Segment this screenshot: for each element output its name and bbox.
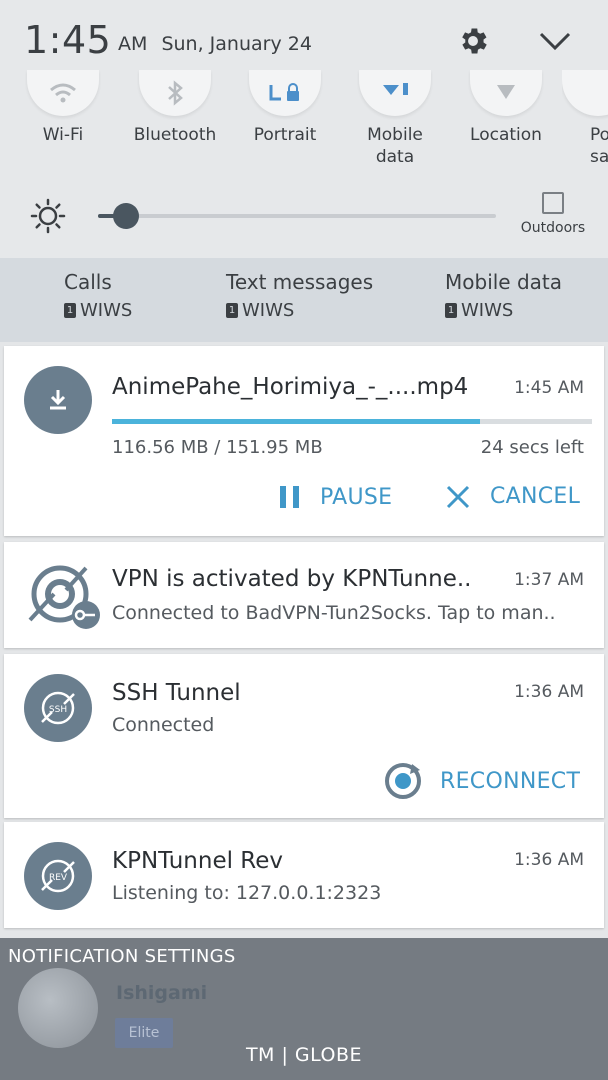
download-icon — [24, 366, 92, 434]
gear-icon — [462, 28, 487, 54]
sim-card-icon: 1 — [226, 303, 238, 318]
background-user-name: Ishigami — [116, 982, 208, 1004]
notification-time: 1:45 AM — [514, 378, 584, 398]
toggle-portrait[interactable]: Portrait — [230, 70, 340, 146]
pause-label: PAUSE — [320, 484, 393, 510]
notification-title: KPNTunnel Rev — [112, 848, 284, 874]
vpn-notification[interactable]: VPN is activated by KPNTunne.. 1:37 AM C… — [4, 542, 604, 648]
reconnect-label: RECONNECT — [440, 768, 581, 794]
notification-title: VPN is activated by KPNTunne.. — [112, 566, 472, 592]
notification-subtitle: Connected to BadVPN-Tun2Socks. Tap to ma… — [112, 602, 556, 624]
bluetooth-icon — [139, 70, 211, 116]
sim-name: WIWS — [242, 300, 295, 321]
outdoors-label: Outdoors — [520, 220, 586, 236]
close-icon — [446, 485, 470, 508]
sim-value: 1 WIWS — [64, 300, 132, 321]
toggle-location[interactable]: Location — [451, 70, 561, 146]
pause-icon — [280, 486, 299, 508]
quick-panel: 1:45 AM Sun, January 24 Wi-Fi Bluetooth … — [0, 0, 608, 258]
notification-time: 1:36 AM — [514, 682, 584, 702]
notification-subtitle: Listening to: 127.0.0.1:2323 — [112, 882, 382, 904]
toggle-wifi[interactable]: Wi-Fi — [8, 70, 118, 146]
kpntunnel-app-icon: REV — [24, 842, 92, 910]
wifi-icon — [27, 70, 99, 116]
checkbox-box — [542, 192, 564, 214]
sim-title: Text messages — [226, 270, 374, 294]
toggle-label: Location — [470, 125, 542, 145]
date-display: AM Sun, January 24 — [118, 33, 312, 55]
reconnect-icon — [385, 763, 421, 799]
ssh-notification[interactable]: SSH SSH Tunnel 1:36 AM Connected RECONNE… — [4, 654, 604, 818]
toggle-label: Po sa — [590, 125, 608, 167]
toggle-bluetooth[interactable]: Bluetooth — [120, 70, 230, 146]
cancel-label: CANCEL — [490, 484, 581, 509]
notification-title: AnimePahe_Horimiya_-_....mp4 — [112, 374, 469, 400]
sim-calls[interactable]: Calls 1 WIWS — [64, 270, 132, 321]
notification-time: 1:36 AM — [514, 850, 584, 870]
carrier-label: TM | GLOBE — [245, 1044, 363, 1066]
brightness-slider-track[interactable] — [98, 214, 496, 218]
sim-value: 1 WIWS — [445, 300, 562, 321]
vpn-app-icon — [24, 560, 106, 632]
sim-value: 1 WIWS — [226, 300, 373, 321]
expand-button[interactable] — [534, 22, 576, 60]
kpntunnel-notification[interactable]: REV KPNTunnel Rev 1:36 AM Listening to: … — [4, 822, 604, 928]
toggle-label: Bluetooth — [133, 125, 217, 145]
cancel-button[interactable]: CANCEL — [446, 484, 580, 509]
sim-name: WIWS — [80, 300, 133, 321]
toggle-label: Mobile data — [367, 125, 423, 167]
download-progress-bar — [112, 419, 592, 424]
toggle-label: Wi-Fi — [42, 125, 84, 145]
sim-mobile-data[interactable]: Mobile data 1 WIWS — [445, 270, 562, 321]
date: Sun, January 24 — [161, 33, 312, 55]
reconnect-button[interactable]: RECONNECT — [382, 760, 580, 802]
ssh-app-icon: SSH — [24, 674, 92, 742]
sim-card-icon: 1 — [64, 303, 76, 318]
sim-title: Mobile data — [445, 270, 563, 294]
power-saving-icon — [562, 70, 608, 116]
mobile-data-icon — [359, 70, 431, 116]
sim-card-icon: 1 — [445, 303, 457, 318]
outdoors-checkbox[interactable]: Outdoors — [514, 192, 592, 236]
brightness-icon — [30, 198, 66, 234]
download-notification[interactable]: AnimePahe_Horimiya_-_....mp4 1:45 AM 116… — [4, 346, 604, 536]
brightness-slider-thumb[interactable] — [112, 203, 139, 229]
location-icon — [470, 70, 542, 116]
notification-settings-button[interactable]: NOTIFICATION SETTINGS — [8, 946, 236, 967]
chevron-down-icon — [539, 32, 571, 51]
settings-button[interactable] — [454, 22, 492, 60]
toggle-mobile-data[interactable]: Mobile data — [340, 70, 450, 168]
clock: 1:45 — [24, 18, 112, 62]
rev-icon-text: REV — [49, 873, 68, 883]
portrait-lock-icon — [249, 70, 321, 116]
notification-title: SSH Tunnel — [112, 680, 241, 706]
sim-title: Calls — [64, 270, 112, 294]
download-size: 116.56 MB / 151.95 MB — [112, 437, 323, 458]
notification-subtitle: Connected — [112, 714, 215, 736]
sim-name: WIWS — [461, 300, 514, 321]
download-progress-fill — [112, 419, 481, 424]
toggle-power-saving[interactable]: Po sa — [562, 70, 608, 168]
ssh-icon-text: SSH — [49, 705, 67, 715]
download-remaining: 24 secs left — [480, 437, 584, 458]
pause-button[interactable]: PAUSE — [278, 484, 392, 510]
ampm: AM — [118, 33, 148, 55]
notification-time: 1:37 AM — [514, 570, 584, 590]
toggle-label: Portrait — [253, 125, 317, 145]
sim-text-messages[interactable]: Text messages 1 WIWS — [226, 270, 373, 321]
avatar — [18, 968, 98, 1048]
